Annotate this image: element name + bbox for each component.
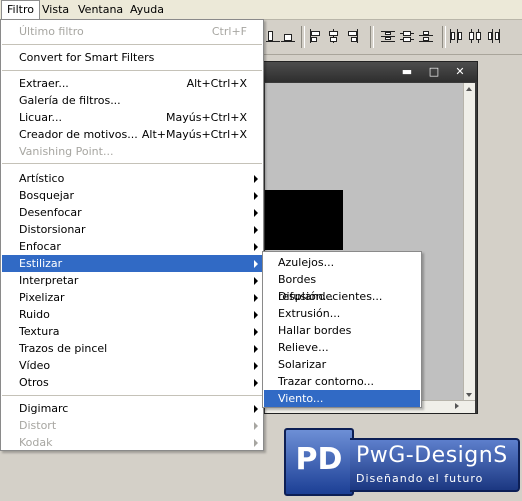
submenu-item-relieve[interactable]: Relieve... [264,339,420,356]
menu-item-digimarc[interactable]: Digimarc [2,400,262,417]
distribute-vcenter-icon[interactable] [400,29,414,43]
black-layer-shape [265,190,343,250]
menu-item-artistico[interactable]: Artístico [2,170,262,187]
logo-banner: PwG-DesignS Diseñando el futuro [350,438,520,492]
menu-separator [2,163,262,164]
submenu-arrow-icon [254,260,258,268]
menu-item-otros[interactable]: Otros [2,374,262,391]
scroll-up-icon[interactable] [466,87,472,91]
menu-item-distort[interactable]: Distort [2,417,262,434]
distribute-hcenter-icon[interactable] [468,29,482,43]
menu-item-trazos-de-pincel[interactable]: Trazos de pincel [2,340,262,357]
menu-item-textura[interactable]: Textura [2,323,262,340]
align-right-icon[interactable] [345,29,359,43]
menu-ventana[interactable]: Ventana [73,0,128,19]
menu-item-enfocar[interactable]: Enfocar [2,238,262,255]
menu-item-pixelizar[interactable]: Pixelizar [2,289,262,306]
submenu-arrow-icon [254,192,258,200]
vertical-scrollbar[interactable] [463,83,475,401]
menu-item-last-filter[interactable]: Último filtro Ctrl+F [2,23,262,40]
menu-vista[interactable]: Vista [37,0,74,19]
submenu-arrow-icon [254,345,258,353]
minimize-icon[interactable]: ▬ [399,64,415,79]
menu-separator [2,44,262,45]
menu-item-kodak[interactable]: Kodak [2,434,262,451]
menu-item-interpretar[interactable]: Interpretar [2,272,262,289]
submenu-arrow-icon [254,175,258,183]
align-bottom-2-icon[interactable] [281,29,295,43]
toolbar-separator [301,26,305,48]
submenu-item-solarizar[interactable]: Solarizar [264,356,420,373]
submenu-arrow-icon [254,243,258,251]
submenu-item-extrusion[interactable]: Extrusión... [264,305,420,322]
menu-item-video[interactable]: Vídeo [2,357,262,374]
close-icon[interactable]: ✕ [452,64,468,79]
menu-ayuda[interactable]: Ayuda [125,0,169,19]
menu-separator [2,70,262,71]
menu-item-convert-smart-filters[interactable]: Convert for Smart Filters [2,49,262,66]
submenu-item-trazar-contorno[interactable]: Trazar contorno... [264,373,420,390]
submenu-item-difusion[interactable]: Difusión... [264,288,420,305]
submenu-arrow-icon [254,379,258,387]
submenu-item-bordes-resplandecientes[interactable]: Bordes resplandecientes... [264,271,420,303]
document-titlebar[interactable]: ▬ □ ✕ [263,62,477,82]
logo-badge: PD [284,428,354,496]
menu-item-desenfocar[interactable]: Desenfocar [2,204,262,221]
distribute-top-icon[interactable] [381,29,395,43]
menu-item-vanishing-point[interactable]: Vanishing Point... [2,143,262,160]
submenu-item-azulejos[interactable]: Azulejos... [264,254,420,271]
submenu-arrow-icon [254,439,258,447]
submenu-arrow-icon [254,405,258,413]
menu-item-estilizar[interactable]: Estilizar [2,255,262,272]
menu-item-liquify[interactable]: Licuar... Mayús+Ctrl+X [2,109,262,126]
submenu-item-hallar-bordes[interactable]: Hallar bordes [264,322,420,339]
menu-item-filter-gallery[interactable]: Galería de filtros... [2,92,262,109]
logo-tagline: Diseñando el futuro [356,472,484,485]
scroll-right-icon[interactable] [455,403,459,409]
toolbar-separator [370,26,374,48]
maximize-icon[interactable]: □ [426,64,442,79]
filter-menu: Último filtro Ctrl+F Convert for Smart F… [0,19,264,451]
menu-item-bosquejar[interactable]: Bosquejar [2,187,262,204]
distribute-bottom-icon[interactable] [419,29,433,43]
align-left-icon[interactable] [309,29,323,43]
align-hcenter-icon[interactable] [327,29,341,43]
logo-brand-text: PwG-DesignS [356,443,508,468]
stylize-submenu: Azulejos... Bordes resplandecientes... D… [262,251,422,408]
align-bottom-icon[interactable] [266,29,280,43]
submenu-arrow-icon [254,328,258,336]
watermark-logo: PD PwG-DesignS Diseñando el futuro [284,428,520,496]
scroll-down-icon[interactable] [466,393,472,397]
menu-item-ruido[interactable]: Ruido [2,306,262,323]
menu-item-distorsionar[interactable]: Distorsionar [2,221,262,238]
menu-separator [2,395,262,396]
submenu-item-viento[interactable]: Viento... [264,390,420,407]
menu-item-extract[interactable]: Extraer... Alt+Ctrl+X [2,75,262,92]
submenu-arrow-icon [254,277,258,285]
submenu-arrow-icon [254,362,258,370]
distribute-left-icon[interactable] [449,29,463,43]
toolbar-separator [442,26,446,48]
submenu-arrow-icon [254,226,258,234]
menu-item-pattern-maker[interactable]: Creador de motivos... Alt+Mayús+Ctrl+X [2,126,262,143]
menu-filtro[interactable]: Filtro [1,0,40,20]
submenu-arrow-icon [254,422,258,430]
menu-bar: Filtro Vista Ventana Ayuda [0,0,522,20]
distribute-right-icon[interactable] [487,29,501,43]
submenu-arrow-icon [254,209,258,217]
submenu-arrow-icon [254,311,258,319]
submenu-arrow-icon [254,294,258,302]
